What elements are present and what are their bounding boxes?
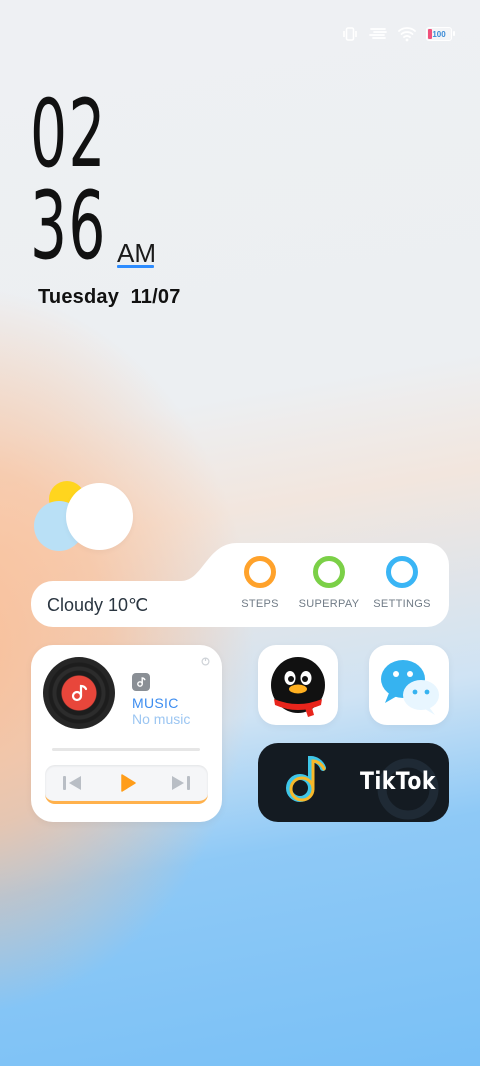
- cloud-front-shape: [66, 483, 133, 550]
- clock-hour: 02: [30, 80, 107, 189]
- vibrate-icon: [343, 27, 357, 41]
- music-progress-bar[interactable]: [52, 748, 200, 751]
- wechat-icon: [381, 660, 439, 715]
- superpay-icon: [313, 556, 345, 588]
- settings-icon: [386, 556, 418, 588]
- status-bar: 100: [342, 24, 455, 44]
- qq-app-button[interactable]: [258, 645, 338, 725]
- play-icon[interactable]: [115, 773, 139, 793]
- tiktok-label: TikTok: [360, 767, 436, 795]
- music-app-icon: [132, 673, 150, 691]
- superpay-label: SUPERPAY: [298, 598, 360, 610]
- music-status: No music: [132, 711, 191, 727]
- clock-minute: 36: [30, 172, 107, 281]
- settings-label: SETTINGS: [373, 598, 431, 610]
- superpay-button[interactable]: SUPERPAY: [289, 556, 369, 610]
- previous-icon[interactable]: [61, 773, 85, 793]
- date-label: 11/07: [130, 286, 181, 308]
- wechat-app-button[interactable]: [369, 645, 449, 725]
- battery-icon: 100: [426, 27, 455, 41]
- steps-button[interactable]: STEPS: [220, 556, 300, 610]
- day-label: Tuesday: [38, 286, 120, 308]
- network-speed-icon: [369, 28, 387, 39]
- ampm-underline: [117, 265, 154, 268]
- music-title: MUSIC: [132, 695, 179, 711]
- battery-level: 100: [432, 29, 446, 39]
- music-controls: [45, 765, 208, 804]
- music-widget[interactable]: MUSIC No music: [31, 645, 222, 822]
- expand-icon[interactable]: [201, 657, 210, 666]
- settings-button[interactable]: SETTINGS: [362, 556, 442, 610]
- date-text: Tuesday 11/07: [38, 286, 181, 309]
- wifi-icon: [398, 27, 416, 42]
- music-note-icon: [66, 680, 92, 706]
- qq-penguin-icon: [271, 657, 325, 717]
- vinyl-record-icon: [43, 657, 115, 729]
- steps-icon: [244, 556, 276, 588]
- weather-summary: Cloudy 10℃: [47, 595, 149, 615]
- tiktok-app-button[interactable]: TikTok: [258, 743, 449, 822]
- steps-label: STEPS: [241, 598, 279, 610]
- next-icon[interactable]: [168, 773, 192, 793]
